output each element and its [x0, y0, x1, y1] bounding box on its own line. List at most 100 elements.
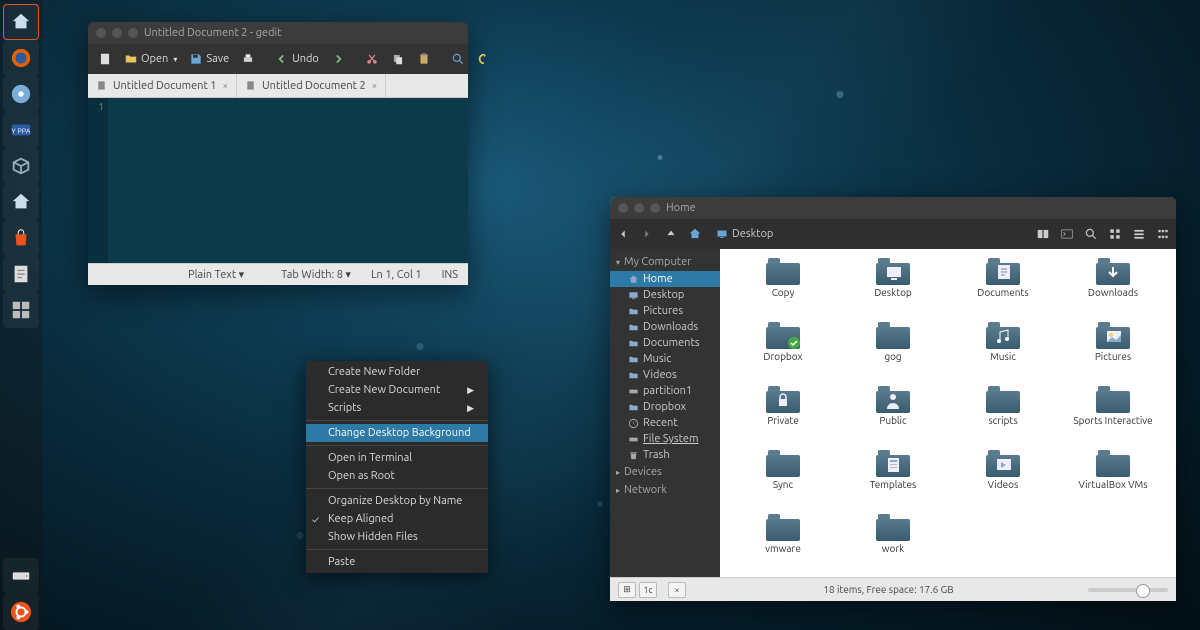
close-pane[interactable]: × — [668, 582, 686, 598]
menu-item[interactable]: Change Desktop Background — [306, 424, 488, 442]
menu-item[interactable]: Keep Aligned — [306, 510, 488, 528]
launcher-files-shortcut[interactable] — [3, 4, 39, 40]
terminal-icon[interactable] — [1060, 227, 1074, 241]
back-button[interactable] — [616, 227, 630, 241]
sidebar-item[interactable]: File System — [610, 431, 720, 447]
replace-button[interactable] — [473, 50, 495, 68]
file-item[interactable]: Public — [838, 387, 948, 447]
home-button[interactable] — [688, 227, 702, 241]
sidebar-item[interactable]: Home — [610, 271, 720, 287]
compact-view-button[interactable] — [1156, 227, 1170, 241]
gedit-titlebar[interactable]: Untitled Document 2 - gedit — [88, 22, 468, 44]
sidebar-item[interactable]: Trash — [610, 447, 720, 463]
find-button[interactable] — [447, 50, 469, 68]
file-item[interactable]: work — [838, 515, 948, 575]
menu-item[interactable]: Show Hidden Files — [306, 528, 488, 546]
sidebar-item[interactable]: Downloads — [610, 319, 720, 335]
maximize-icon[interactable] — [650, 203, 660, 213]
file-item[interactable]: Music — [948, 323, 1058, 383]
copy-button[interactable] — [387, 50, 409, 68]
sidebar-item[interactable]: Music — [610, 351, 720, 367]
minimize-icon[interactable] — [112, 28, 122, 38]
editor-tab[interactable]: Untitled Document 1× — [88, 74, 237, 97]
file-item[interactable]: Documents — [948, 259, 1058, 319]
file-item[interactable]: Sports Interactive — [1058, 387, 1168, 447]
launcher-software-center[interactable] — [3, 220, 39, 256]
tree-toggle[interactable]: 1c — [639, 582, 657, 598]
cut-button[interactable] — [361, 50, 383, 68]
menu-item[interactable]: Open as Root — [306, 467, 488, 485]
tab-width[interactable]: Tab Width: 8 ▾ — [281, 268, 351, 281]
launcher-virtualbox[interactable] — [3, 148, 39, 184]
icon-view-button[interactable] — [1108, 227, 1122, 241]
undo-button[interactable]: Undo — [271, 50, 323, 68]
submenu-arrow-icon: ▶ — [467, 403, 474, 414]
launcher-yppa[interactable]: Y PPA — [3, 112, 39, 148]
menu-item[interactable]: Organize Desktop by Name — [306, 492, 488, 510]
sidebar-item[interactable]: Desktop — [610, 287, 720, 303]
file-item[interactable]: vmware — [728, 515, 838, 575]
file-item[interactable]: Sync — [728, 451, 838, 511]
folder-icon — [876, 323, 910, 349]
editor-area[interactable]: 1 — [88, 98, 468, 263]
sidebar-item[interactable]: Recent — [610, 415, 720, 431]
list-view-button[interactable] — [1132, 227, 1146, 241]
close-tab-icon[interactable]: × — [223, 80, 229, 91]
sidebar-item[interactable]: Documents — [610, 335, 720, 351]
folder-icon — [986, 259, 1020, 285]
print-button[interactable] — [237, 50, 259, 68]
launcher-home-alt[interactable] — [3, 184, 39, 220]
maximize-icon[interactable] — [128, 28, 138, 38]
sidebar-item[interactable]: Dropbox — [610, 399, 720, 415]
launcher-ubuntu-dash[interactable] — [3, 594, 39, 630]
file-item[interactable]: Copy — [728, 259, 838, 319]
launcher-drive[interactable] — [3, 558, 39, 594]
file-item[interactable]: Videos — [948, 451, 1058, 511]
editor-tab[interactable]: Untitled Document 2× — [237, 74, 386, 97]
redo-button[interactable] — [327, 50, 349, 68]
path-bar[interactable]: Desktop — [716, 228, 773, 240]
zoom-slider[interactable] — [1088, 588, 1168, 592]
open-button[interactable]: Open▾ — [120, 50, 181, 68]
forward-button[interactable] — [640, 227, 654, 241]
search-icon[interactable] — [1084, 227, 1098, 241]
sidebar-section-header[interactable]: Network — [610, 481, 720, 499]
file-item[interactable]: Downloads — [1058, 259, 1168, 319]
menu-item[interactable]: Open in Terminal — [306, 449, 488, 467]
close-tab-icon[interactable]: × — [372, 80, 378, 91]
fm-icon-view[interactable]: CopyDesktopDocumentsDownloads DropboxgogM… — [720, 249, 1176, 577]
menu-item[interactable]: Create New Folder — [306, 363, 488, 381]
save-button[interactable]: Save — [185, 50, 233, 68]
sidebar-item[interactable]: Videos — [610, 367, 720, 383]
minimize-icon[interactable] — [634, 203, 644, 213]
file-item[interactable]: Templates — [838, 451, 948, 511]
launcher-workspace-switcher[interactable] — [3, 292, 39, 328]
close-icon[interactable] — [96, 28, 106, 38]
toggle-pane-icon[interactable] — [1036, 227, 1050, 241]
menu-item[interactable]: Create New Document▶ — [306, 381, 488, 399]
sidebar-item[interactable]: Pictures — [610, 303, 720, 319]
launcher-disc-app[interactable] — [3, 76, 39, 112]
paste-button[interactable] — [413, 50, 435, 68]
sidebar-section-header[interactable]: Devices — [610, 463, 720, 481]
menu-item[interactable]: Paste — [306, 553, 488, 571]
file-item[interactable]: scripts — [948, 387, 1058, 447]
file-item[interactable]: Dropbox — [728, 323, 838, 383]
sidebar-item[interactable]: partition1 — [610, 383, 720, 399]
file-item[interactable]: gog — [838, 323, 948, 383]
fm-titlebar[interactable]: Home — [610, 197, 1176, 219]
file-item[interactable]: Desktop — [838, 259, 948, 319]
menu-item[interactable]: Scripts▶ — [306, 399, 488, 417]
places-toggle[interactable]: ⊞ — [618, 582, 636, 598]
launcher-firefox[interactable] — [3, 40, 39, 76]
file-item[interactable]: Pictures — [1058, 323, 1168, 383]
close-icon[interactable] — [618, 203, 628, 213]
new-doc-button[interactable] — [94, 50, 116, 68]
up-button[interactable] — [664, 227, 678, 241]
syntax-mode[interactable]: Plain Text ▾ — [188, 268, 244, 281]
file-item[interactable]: Private — [728, 387, 838, 447]
launcher-text-editor[interactable] — [3, 256, 39, 292]
sidebar-section-header[interactable]: My Computer — [610, 253, 720, 271]
file-item[interactable]: VirtualBox VMs — [1058, 451, 1168, 511]
folder-icon — [766, 259, 800, 285]
